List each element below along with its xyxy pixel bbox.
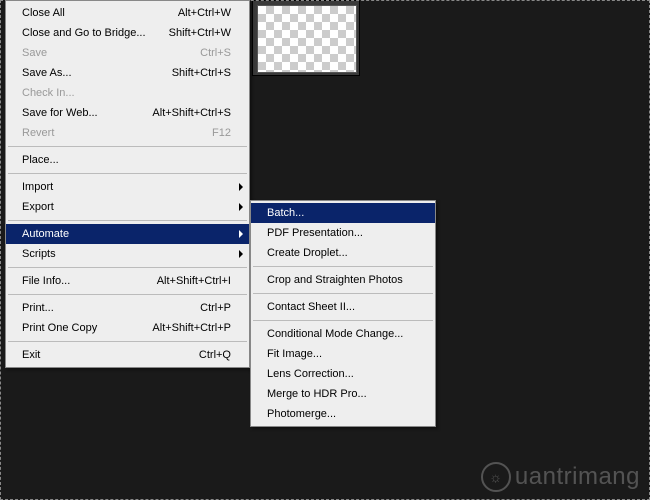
submenu-item[interactable]: Merge to HDR Pro... (251, 384, 435, 404)
menu-separator (8, 220, 247, 221)
menu-item-shortcut: Ctrl+P (200, 301, 231, 315)
menu-item[interactable]: Print... Ctrl+P (6, 298, 249, 318)
menu-item[interactable]: Place... (6, 150, 249, 170)
menu-item[interactable]: File Info... Alt+Shift+Ctrl+I (6, 271, 249, 291)
menu-item-label: Close and Go to Bridge... (22, 26, 146, 40)
submenu-item[interactable]: Contact Sheet II... (251, 297, 435, 317)
menu-item[interactable]: Print One Copy Alt+Shift+Ctrl+P (6, 318, 249, 338)
menu-separator (253, 266, 433, 267)
submenu-item[interactable]: Lens Correction... (251, 364, 435, 384)
menu-item[interactable]: Save As... Shift+Ctrl+S (6, 63, 249, 83)
submenu-item[interactable]: PDF Presentation... (251, 223, 435, 243)
menu-item-label: Scripts (22, 247, 56, 261)
menu-item[interactable]: Save for Web... Alt+Shift+Ctrl+S (6, 103, 249, 123)
file-menu[interactable]: Close All Alt+Ctrl+W Close and Go to Bridg… (5, 0, 250, 368)
menu-item-label: Photomerge... (267, 407, 336, 421)
chevron-right-icon (239, 230, 243, 238)
menu-item-label: PDF Presentation... (267, 226, 363, 240)
menu-item-label: Exit (22, 348, 40, 362)
submenu-item[interactable]: Conditional Mode Change... (251, 324, 435, 344)
menu-separator (8, 173, 247, 174)
menu-item-label: Crop and Straighten Photos (267, 273, 403, 287)
automate-submenu[interactable]: Batch... PDF Presentation... Create Drople… (250, 200, 436, 427)
menu-item: Save Ctrl+S (6, 43, 249, 63)
menu-item-label: Save (22, 46, 47, 60)
menu-item-label: Batch... (267, 206, 304, 220)
menu-item[interactable]: Scripts (6, 244, 249, 264)
menu-item-label: Close All (22, 6, 65, 20)
menu-item-label: Import (22, 180, 53, 194)
menu-separator (253, 293, 433, 294)
menu-item-shortcut: Ctrl+Q (199, 348, 231, 362)
menu-separator (253, 320, 433, 321)
menu-item: Check In... (6, 83, 249, 103)
menu-item-shortcut: Ctrl+S (200, 46, 231, 60)
chevron-right-icon (239, 183, 243, 191)
bulb-icon: ☼ (481, 462, 511, 492)
menu-item-label: Automate (22, 227, 69, 241)
menu-separator (8, 267, 247, 268)
menu-item-label: Contact Sheet II... (267, 300, 355, 314)
chevron-right-icon (239, 250, 243, 258)
menu-item-shortcut: Alt+Shift+Ctrl+P (152, 321, 231, 335)
menu-item[interactable]: Export (6, 197, 249, 217)
menu-item-shortcut: Shift+Ctrl+S (172, 66, 231, 80)
menu-item-label: Merge to HDR Pro... (267, 387, 367, 401)
menu-item-label: Save As... (22, 66, 72, 80)
menu-item-label: Revert (22, 126, 54, 140)
menu-item-shortcut: F12 (212, 126, 231, 140)
menu-separator (8, 294, 247, 295)
menu-item-label: Print One Copy (22, 321, 97, 335)
menu-item-shortcut: Alt+Shift+Ctrl+I (157, 274, 231, 288)
menu-item[interactable]: Close All Alt+Ctrl+W (6, 3, 249, 23)
menu-item-label: Export (22, 200, 54, 214)
menu-item-label: Print... (22, 301, 54, 315)
menu-item[interactable]: Exit Ctrl+Q (6, 345, 249, 365)
watermark-text: uantrimang (515, 463, 640, 491)
menu-item-shortcut: Shift+Ctrl+W (169, 26, 231, 40)
menu-item-label: File Info... (22, 274, 70, 288)
menu-item-label: Lens Correction... (267, 367, 354, 381)
watermark: ☼ uantrimang (481, 462, 640, 492)
menu-item-label: Save for Web... (22, 106, 98, 120)
menu-item-shortcut: Alt+Shift+Ctrl+S (152, 106, 231, 120)
chevron-right-icon (239, 203, 243, 211)
menu-item[interactable]: Import (6, 177, 249, 197)
menu-item-label: Fit Image... (267, 347, 322, 361)
menu-item-label: Check In... (22, 86, 75, 100)
transparency-checker (257, 5, 357, 73)
menu-item-label: Create Droplet... (267, 246, 348, 260)
menu-item-shortcut: Alt+Ctrl+W (178, 6, 231, 20)
menu-separator (8, 341, 247, 342)
submenu-item[interactable]: Crop and Straighten Photos (251, 270, 435, 290)
menu-item[interactable]: Close and Go to Bridge... Shift+Ctrl+W (6, 23, 249, 43)
submenu-item[interactable]: Photomerge... (251, 404, 435, 424)
menu-separator (8, 146, 247, 147)
menu-item: Revert F12 (6, 123, 249, 143)
submenu-item[interactable]: Batch... (251, 203, 435, 223)
menu-item[interactable]: Automate (6, 224, 249, 244)
document-canvas (252, 0, 360, 76)
submenu-item[interactable]: Fit Image... (251, 344, 435, 364)
menu-item-label: Place... (22, 153, 59, 167)
menu-item-label: Conditional Mode Change... (267, 327, 403, 341)
submenu-item[interactable]: Create Droplet... (251, 243, 435, 263)
